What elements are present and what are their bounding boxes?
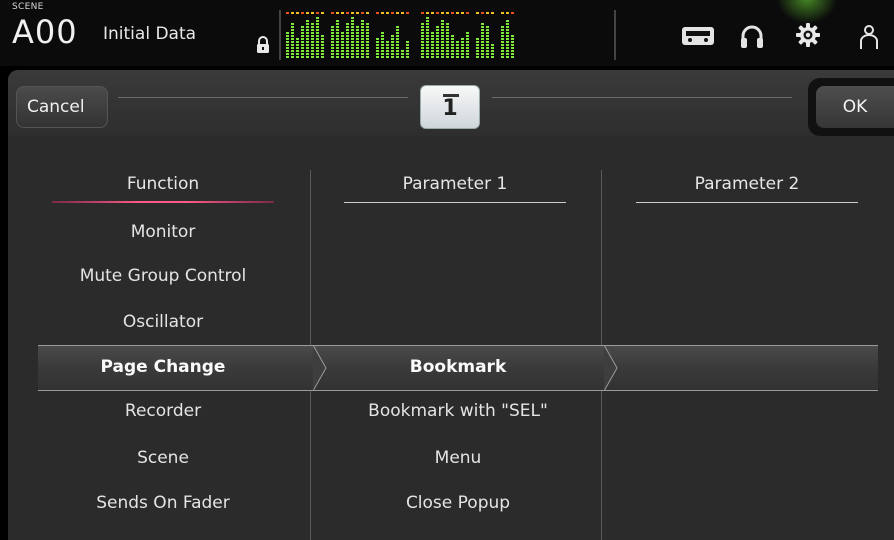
meter-bar: [301, 12, 304, 58]
parameter-1-item-bookmark[interactable]: Bookmark: [330, 345, 586, 389]
function-item-recorder[interactable]: Recorder: [38, 396, 288, 426]
meter-bar: [381, 12, 384, 58]
meter-bar: [376, 12, 379, 58]
header-rule: [492, 97, 792, 98]
meter-bar: [401, 12, 404, 58]
headphones-icon[interactable]: [740, 24, 764, 50]
meter-bar: [481, 12, 484, 58]
meter-divider: [614, 10, 616, 60]
function-item-page-change[interactable]: Page Change: [38, 345, 288, 389]
level-meters[interactable]: [280, 8, 616, 60]
meter-bar: [351, 12, 354, 58]
function-underline: [52, 201, 274, 203]
meter-bar: [356, 12, 359, 58]
status-bar: SCENE A00 Initial Data: [0, 0, 894, 66]
header-rule: [118, 97, 408, 98]
user-key-badge: 1: [420, 85, 480, 129]
meter-bar: [441, 12, 444, 58]
meter-bar: [426, 12, 429, 58]
column-header-parameter-1: Parameter 1: [402, 174, 508, 194]
meter-bar: [396, 12, 399, 58]
function-item-oscillator[interactable]: Oscillator: [38, 307, 288, 337]
meter-bar: [421, 12, 424, 58]
meter-bar: [386, 12, 389, 58]
chevron-right-icon: [312, 345, 327, 391]
meter-bar: [291, 12, 294, 58]
meter-bar: [321, 12, 324, 58]
meter-bar: [391, 12, 394, 58]
lock-icon[interactable]: [256, 36, 270, 54]
parameter-1-underline: [344, 202, 566, 203]
user-defined-key-dialog: Cancel 1 OK Function Parameter 1 Paramet…: [8, 70, 894, 540]
meter-bar: [296, 12, 299, 58]
meter-bar: [466, 12, 469, 58]
meter-bar: [451, 12, 454, 58]
key-badge-bar: [443, 94, 459, 97]
recorder-icon[interactable]: [680, 25, 716, 47]
parameter-1-item-close-popup[interactable]: Close Popup: [330, 488, 586, 518]
meter-bar: [366, 12, 369, 58]
column-header-function: Function: [126, 174, 200, 194]
meter-bar: [346, 12, 349, 58]
parameter-1-item-bookmark-with-sel[interactable]: Bookmark with "SEL": [330, 396, 586, 426]
function-item-mute-group-control[interactable]: Mute Group Control: [38, 261, 288, 291]
meter-bar: [341, 12, 344, 58]
parameter-2-list[interactable]: [616, 210, 878, 530]
function-item-sends-on-fader[interactable]: Sends On Fader: [38, 488, 288, 518]
meter-bar: [286, 12, 289, 58]
meter-bar: [436, 12, 439, 58]
meter-bar: [316, 12, 319, 58]
meter-bar: [431, 12, 434, 58]
meter-bar: [311, 12, 314, 58]
meter-bar: [446, 12, 449, 58]
ok-button[interactable]: OK: [816, 86, 894, 128]
parameter-2-underline: [636, 202, 858, 203]
parameter-1-item-menu[interactable]: Menu: [330, 443, 586, 473]
settings-gear-icon[interactable]: [795, 22, 821, 48]
column-header-parameter-2: Parameter 2: [694, 174, 800, 194]
meter-bar: [476, 12, 479, 58]
scene-label: SCENE: [12, 2, 44, 12]
meter-bar: [501, 12, 504, 58]
cancel-button[interactable]: Cancel: [16, 86, 108, 128]
user-icon[interactable]: [858, 24, 880, 50]
meter-bar: [331, 12, 334, 58]
key-number: 1: [442, 96, 458, 121]
meter-bar: [456, 12, 459, 58]
meter-bar: [506, 12, 509, 58]
meter-bar: [361, 12, 364, 58]
function-item-scene[interactable]: Scene: [38, 443, 288, 473]
meter-bar: [406, 12, 409, 58]
meter-bar: [336, 12, 339, 58]
scene-number[interactable]: A00: [12, 14, 78, 50]
dialog-header: Cancel 1 OK: [8, 70, 894, 136]
scene-name[interactable]: Initial Data: [103, 24, 196, 44]
meter-bar: [491, 12, 494, 58]
function-item-monitor[interactable]: Monitor: [38, 217, 288, 247]
ok-button-frame: OK: [808, 78, 894, 136]
meter-bar: [511, 12, 514, 58]
meter-bar: [461, 12, 464, 58]
meter-bar: [486, 12, 489, 58]
meter-bar: [306, 12, 309, 58]
